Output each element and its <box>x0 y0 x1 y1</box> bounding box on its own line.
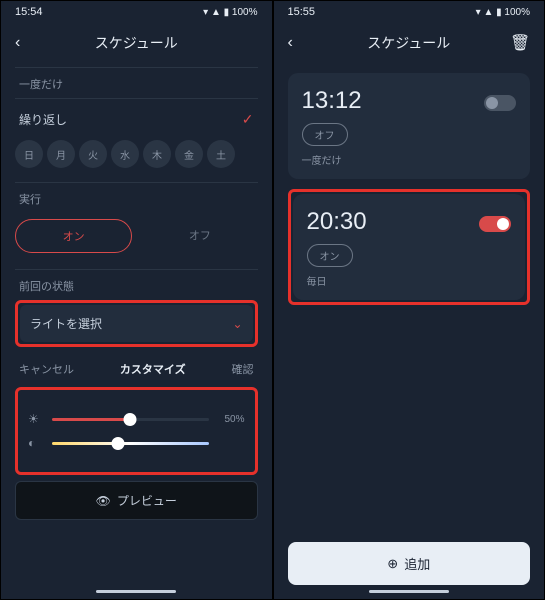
delete-icon[interactable]: 🗑 <box>510 33 530 53</box>
card-sub: 毎日 <box>307 273 512 288</box>
customize-tab[interactable]: カスタマイズ <box>120 361 186 377</box>
brightness-slider[interactable] <box>52 418 209 421</box>
status-time: 15:55 <box>288 6 316 18</box>
checkmark-icon: ✓ <box>242 111 254 128</box>
preview-label: プレビュー <box>117 492 177 509</box>
repeat-row[interactable]: 繰り返し ✓ <box>15 103 258 136</box>
preview-button[interactable]: 👁 プレビュー <box>15 481 258 520</box>
brightness-thumb[interactable] <box>124 413 137 426</box>
chevron-down-icon: ⌄ <box>232 317 242 331</box>
highlight-sliders: ☀ 50% ◐ <box>15 387 258 475</box>
slider-group: ☀ 50% ◐ <box>20 392 253 470</box>
card-toggle[interactable] <box>484 95 516 111</box>
add-label: 追加 <box>404 554 430 573</box>
content-area: 13:12 オフ 一度だけ 20:30 オン 毎日 <box>274 63 545 586</box>
status-bar: 15:55 ▾ ▲ ▮ 100% <box>274 1 545 23</box>
exec-segment: オン オフ <box>15 213 258 265</box>
status-icons: ▾ ▲ ▮ 100% <box>476 7 530 18</box>
once-label: 一度だけ <box>19 76 254 92</box>
card-state-pill: オン <box>307 244 353 267</box>
phone-right-schedule-list: 15:55 ▾ ▲ ▮ 100% ‹ スケジュール 🗑 13:12 オフ 一度だ… <box>273 0 545 600</box>
day-thu[interactable]: 木 <box>143 140 171 168</box>
home-indicator[interactable] <box>96 590 176 593</box>
schedule-card[interactable]: 20:30 オン 毎日 <box>293 194 526 300</box>
home-indicator[interactable] <box>369 590 449 593</box>
color-temp-slider-row: ◐ <box>28 436 245 450</box>
select-light-label: ライトを選択 <box>30 315 102 332</box>
content-area: 一度だけ 繰り返し ✓ 日 月 火 水 木 金 土 実行 オン オフ 前回の状態… <box>1 63 272 586</box>
header: ‹ スケジュール <box>1 23 272 63</box>
add-button[interactable]: ⊕ 追加 <box>288 542 531 585</box>
exec-off-button[interactable]: オフ <box>142 219 257 253</box>
exec-on-button[interactable]: オン <box>15 219 132 253</box>
phone-left-schedule-edit: 15:54 ▾ ▲ ▮ 100% ‹ スケジュール 一度だけ 繰り返し ✓ 日 … <box>0 0 273 600</box>
select-light-row[interactable]: ライトを選択 ⌄ <box>20 305 253 342</box>
day-wed[interactable]: 水 <box>111 140 139 168</box>
brightness-value: 50% <box>217 414 245 425</box>
cancel-button[interactable]: キャンセル <box>19 361 74 377</box>
palette-icon: ◐ <box>28 436 44 450</box>
page-title: スケジュール <box>35 33 238 53</box>
repeat-label: 繰り返し <box>19 111 67 128</box>
header: ‹ スケジュール 🗑 <box>274 23 545 63</box>
day-mon[interactable]: 月 <box>47 140 75 168</box>
highlight-schedule-card: 20:30 オン 毎日 <box>288 189 531 305</box>
exec-label: 実行 <box>19 191 254 207</box>
tab-row: キャンセル カスタマイズ 確認 <box>15 349 258 385</box>
schedule-card[interactable]: 13:12 オフ 一度だけ <box>288 73 531 179</box>
highlight-select-light: ライトを選択 ⌄ <box>15 300 258 347</box>
back-icon[interactable]: ‹ <box>15 34 35 52</box>
color-temp-slider[interactable] <box>52 442 209 445</box>
status-time: 15:54 <box>15 6 43 18</box>
day-sun[interactable]: 日 <box>15 140 43 168</box>
day-fri[interactable]: 金 <box>175 140 203 168</box>
sun-icon: ☀ <box>28 412 44 426</box>
color-temp-thumb[interactable] <box>111 437 124 450</box>
day-sat[interactable]: 土 <box>207 140 235 168</box>
eye-icon: 👁 <box>96 494 111 508</box>
back-icon[interactable]: ‹ <box>288 34 308 52</box>
card-sub: 一度だけ <box>302 152 517 167</box>
page-title: スケジュール <box>308 33 511 53</box>
prev-state-label: 前回の状態 <box>19 278 254 294</box>
status-icons: ▾ ▲ ▮ 100% <box>203 7 257 18</box>
plus-icon: ⊕ <box>387 556 398 572</box>
brightness-slider-row: ☀ 50% <box>28 412 245 426</box>
card-state-pill: オフ <box>302 123 348 146</box>
card-toggle[interactable] <box>479 216 511 232</box>
confirm-button[interactable]: 確認 <box>231 361 253 377</box>
day-selector: 日 月 火 水 木 金 土 <box>15 136 258 178</box>
day-tue[interactable]: 火 <box>79 140 107 168</box>
status-bar: 15:54 ▾ ▲ ▮ 100% <box>1 1 272 23</box>
